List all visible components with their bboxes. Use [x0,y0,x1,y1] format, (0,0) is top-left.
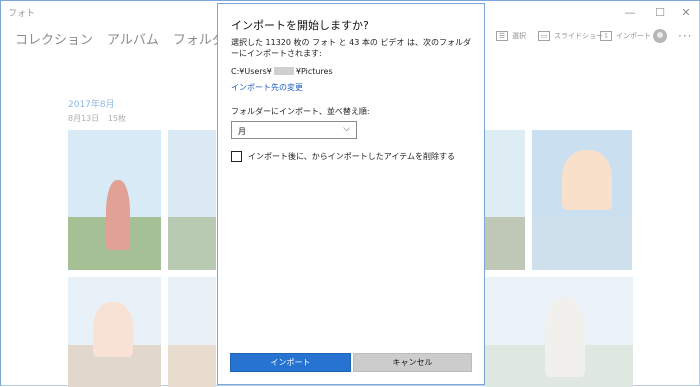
delete-after-import-label: インポート後に、からインポートしたアイテムを削除する [248,152,455,161]
delete-after-import-option[interactable]: インポート後に、からインポートしたアイテムを削除する [231,151,455,162]
photos-app-window: フォト — ☐ ✕ コレクション アルバム フォルダー ☰ 選択 ▭ スライドシ… [0,0,700,387]
path-suffix: ¥Pictures [295,67,333,76]
delete-after-import-checkbox[interactable] [231,151,242,162]
redacted-username [273,67,294,75]
dialog-message: 選択した 11320 枚の フォト と 43 本の ビデオ は、次のフォルダーに… [231,38,471,58]
organize-selected-value: 月 [238,127,246,136]
import-button[interactable]: インポート [230,353,351,372]
change-destination-link[interactable]: インポート先の変更 [231,82,303,93]
import-dialog: インポートを開始しますか? 選択した 11320 枚の フォト と 43 本の … [217,3,485,385]
path-prefix: C:¥Users¥ [231,67,272,76]
destination-path: C:¥Users¥ ¥Pictures [231,67,333,76]
chevron-down-icon: ⌵ [343,124,350,134]
organize-label: フォルダーにインポート、並べ替え順: [231,107,370,116]
dialog-title: インポートを開始しますか? [231,19,369,32]
organize-dropdown[interactable]: 月 ⌵ [231,121,357,139]
cancel-button[interactable]: キャンセル [353,353,472,372]
